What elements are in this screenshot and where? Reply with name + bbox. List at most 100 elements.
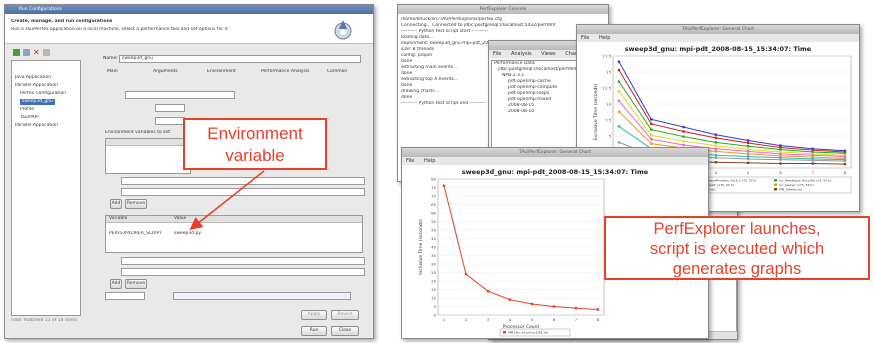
y-tick-label: 75	[431, 185, 436, 190]
run-button[interactable]: Run	[301, 326, 327, 336]
data-point	[779, 158, 782, 161]
add-button[interactable]: Add	[110, 199, 122, 209]
data-point	[746, 141, 750, 145]
y-tick-label: 55	[431, 219, 436, 224]
environment-table[interactable]: Variable Value PERFEXPLORER_SCRIPT sweep…	[105, 215, 363, 253]
data-point	[714, 154, 718, 157]
legend-label: MPI_Allreduce()	[779, 188, 802, 192]
form-field-2[interactable]	[155, 104, 185, 112]
data-point	[650, 138, 653, 141]
data-point	[746, 157, 750, 161]
data-point	[617, 110, 621, 113]
data-point	[682, 135, 685, 138]
data-point	[617, 68, 621, 72]
env-table-row[interactable]: PERFEXPLORER_SCRIPT sweep3d.py	[106, 231, 362, 238]
tree-item[interactable]: Tau/PAPI	[20, 115, 39, 121]
data-point	[682, 125, 685, 129]
add-button-2[interactable]: Add	[110, 279, 122, 289]
menu-file[interactable]: File	[493, 51, 501, 57]
form-field-3[interactable]	[155, 117, 185, 125]
form-field-1[interactable]	[125, 91, 235, 99]
revert-button[interactable]: Revert	[331, 310, 359, 320]
y-tick-label: 15	[606, 70, 611, 75]
console-title: PerfExplorer Console	[479, 7, 527, 12]
menu-views[interactable]: Views	[541, 51, 555, 57]
env-col-variable[interactable]: Variable	[109, 216, 127, 222]
tab-bar: Main Arguments Environment Performance A…	[103, 67, 363, 76]
chart-front-menu-help[interactable]: Help	[424, 158, 435, 164]
close-button[interactable]: Close	[331, 326, 359, 336]
data-point	[811, 159, 814, 162]
form-field-6[interactable]	[121, 257, 365, 265]
menu-analysis[interactable]: Analysis	[511, 51, 532, 57]
y-tick-label: 45	[431, 236, 436, 241]
tree-item-selected[interactable]: sweep3d_gnu	[20, 99, 55, 105]
remove-button-2[interactable]: Remove	[125, 279, 147, 289]
data-point	[714, 136, 718, 140]
data-point	[650, 142, 653, 145]
delete-icon[interactable]: ✕	[33, 49, 40, 57]
data-point	[617, 125, 621, 128]
chart-back-menu-file[interactable]: File	[581, 35, 589, 41]
legend-swatch	[774, 183, 777, 186]
callout-perf-line-3: generates graphs	[672, 260, 802, 278]
form-field-4[interactable]	[121, 177, 365, 185]
dialog-titlebar: Run Configurations	[5, 5, 373, 14]
tab-common[interactable]: Common	[327, 69, 347, 75]
new-icon[interactable]	[13, 49, 20, 56]
data-point	[530, 302, 534, 306]
form-field-7[interactable]	[121, 268, 365, 276]
config-toolbar: ✕	[11, 48, 81, 58]
env-col-value[interactable]: Value	[174, 216, 186, 222]
tab-environment[interactable]: Environment	[207, 69, 236, 75]
y-tick-label: 35	[431, 253, 436, 258]
data-point	[811, 162, 814, 165]
data-point	[746, 150, 750, 153]
console-titlebar: PerfExplorer Console	[398, 5, 608, 14]
data-point	[714, 144, 718, 147]
data-point	[617, 99, 621, 102]
env-variable-name: PERFEXPLORER_SCRIPT	[109, 231, 163, 236]
legend-swatch	[503, 331, 506, 334]
tab-arguments[interactable]: Arguments	[153, 69, 178, 75]
name-field[interactable]: sweep3d_gnu	[119, 55, 361, 63]
tree-item[interactable]: Parallel Application	[15, 83, 58, 89]
chart-front-title: TAU/PerfExplorer: General Chart	[518, 150, 592, 155]
duplicate-icon[interactable]	[23, 49, 30, 56]
y-tick-label: 17.5	[603, 54, 612, 59]
form-field-5[interactable]	[121, 188, 365, 196]
data-point	[650, 128, 653, 131]
chart-front-menu-file[interactable]: File	[406, 158, 414, 164]
remove-button[interactable]: Remove	[125, 199, 147, 209]
y-tick-label: 70	[431, 194, 436, 199]
env-table-header: Variable Value	[106, 216, 362, 223]
library-table[interactable]	[105, 138, 191, 174]
data-point	[682, 143, 685, 147]
tab-main[interactable]: Main	[107, 69, 118, 75]
y-tick-label: 80	[431, 177, 436, 182]
name-value: sweep3d_gnu	[122, 56, 153, 61]
form-field-8[interactable]	[105, 292, 145, 300]
chart-back-menu-help[interactable]: Help	[599, 35, 610, 41]
data-point	[714, 156, 718, 159]
data-point	[779, 162, 782, 165]
data-point	[746, 145, 750, 148]
y-axis-label: Inclusive Time (seconds)	[418, 219, 424, 275]
filter-icon[interactable]	[43, 49, 50, 56]
form-field-9[interactable]	[173, 292, 351, 300]
data-point	[746, 161, 750, 165]
tree-item[interactable]: Java Application	[15, 75, 51, 81]
data-point	[746, 139, 750, 142]
tree-node[interactable]: 2008-08-16	[492, 109, 580, 115]
tab-performance-analysis[interactable]: Performance Analysis	[261, 69, 310, 75]
tree-item[interactable]: Profile	[20, 107, 34, 113]
env-variable-value: sweep3d.py	[174, 231, 202, 236]
data-point	[714, 150, 718, 153]
data-point	[650, 134, 653, 137]
tree-item[interactable]: Parallel Application	[15, 123, 58, 129]
tree-item[interactable]: Perfex Configuration	[20, 91, 66, 97]
apply-button[interactable]: Apply	[301, 310, 327, 320]
data-point	[714, 133, 718, 136]
dialog-title: Run Configurations	[19, 7, 62, 12]
data-point	[617, 141, 621, 144]
